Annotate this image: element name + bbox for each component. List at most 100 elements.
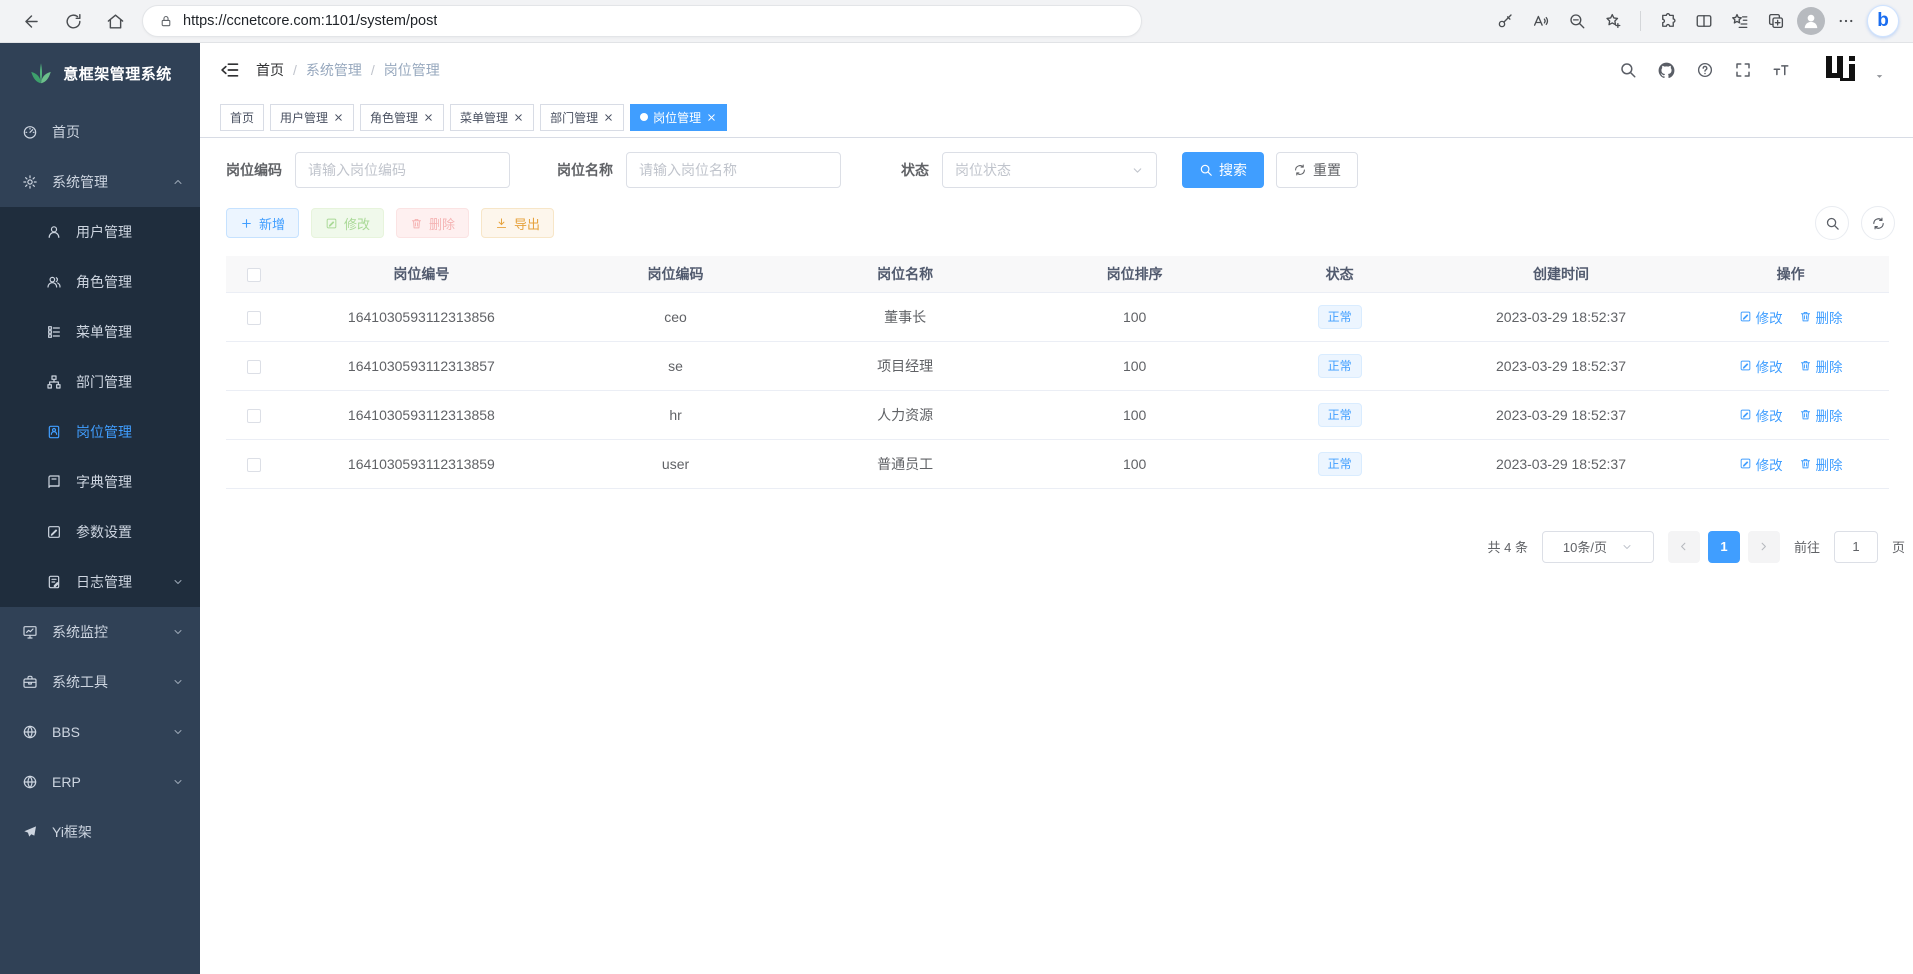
next-page-button[interactable] [1748, 531, 1780, 563]
table-row: 1641030593112313859 user 普通员工 100 正常 202… [226, 439, 1889, 488]
sidebar-item-部门管理[interactable]: 部门管理 [0, 357, 200, 407]
sidebar-item-用户管理[interactable]: 用户管理 [0, 207, 200, 257]
breadcrumb-item[interactable]: 岗位管理 [384, 60, 440, 80]
extensions-icon[interactable] [1653, 6, 1683, 36]
sidebar-item-首页[interactable]: 首页 [0, 107, 200, 157]
breadcrumb-item[interactable]: 首页 [256, 60, 284, 80]
sidebar-fold-icon[interactable] [220, 60, 240, 80]
prev-page-button[interactable] [1668, 531, 1700, 563]
search-icon[interactable] [1619, 61, 1637, 79]
tab-角色管理[interactable]: 角色管理 [360, 104, 444, 131]
table-search-toggle-button[interactable] [1815, 206, 1849, 240]
row-delete-link[interactable]: 删除 [1799, 356, 1843, 376]
row-checkbox[interactable] [247, 458, 261, 472]
select-all-checkbox[interactable] [247, 268, 261, 282]
sidebar-item-字典管理[interactable]: 字典管理 [0, 457, 200, 507]
add-button[interactable]: 新增 [226, 208, 299, 238]
user-logo-avatar[interactable] [1824, 54, 1862, 86]
home-icon[interactable] [98, 4, 132, 38]
favorites-add-icon[interactable] [1598, 6, 1628, 36]
row-checkbox[interactable] [247, 360, 261, 374]
sidebar-item-菜单管理[interactable]: 菜单管理 [0, 307, 200, 357]
sidebar-item-Yi框架[interactable]: Yi框架 [0, 807, 200, 857]
split-screen-icon[interactable] [1689, 6, 1719, 36]
gear-icon [22, 174, 38, 190]
table-refresh-button[interactable] [1861, 206, 1895, 240]
close-icon[interactable] [423, 112, 434, 123]
row-checkbox[interactable] [247, 409, 261, 423]
refresh-icon[interactable] [56, 4, 90, 38]
goto-page-input[interactable] [1834, 531, 1878, 563]
header-cell: 操作 [1692, 256, 1889, 292]
help-icon[interactable] [1696, 61, 1714, 79]
search-button[interactable]: 搜索 [1182, 152, 1264, 188]
row-delete-link[interactable]: 删除 [1799, 307, 1843, 327]
sidebar-item-参数设置[interactable]: 参数设置 [0, 507, 200, 557]
reset-button[interactable]: 重置 [1276, 152, 1358, 188]
close-icon[interactable] [706, 112, 717, 123]
app-logo[interactable]: 意框架管理系统 [0, 43, 200, 103]
sidebar-item-日志管理[interactable]: 日志管理 [0, 557, 200, 607]
font-size-icon[interactable] [1772, 61, 1790, 79]
browser-nav-icons [14, 4, 132, 38]
post-code-label: 岗位编码 [226, 160, 282, 180]
sidebar-item-系统管理[interactable]: 系统管理 [0, 157, 200, 207]
profile-avatar[interactable] [1797, 7, 1825, 35]
page-number-button[interactable]: 1 [1708, 531, 1740, 563]
delete-button[interactable]: 删除 [396, 208, 469, 238]
copilot-icon[interactable]: b [1867, 5, 1899, 37]
fullscreen-icon[interactable] [1734, 61, 1752, 79]
chevron-down-icon [1621, 541, 1633, 553]
chevron-down-icon [172, 726, 184, 738]
breadcrumb-item[interactable]: 系统管理 [306, 60, 362, 80]
back-icon[interactable] [14, 4, 48, 38]
sidebar-item-岗位管理[interactable]: 岗位管理 [0, 407, 200, 457]
github-icon[interactable] [1657, 61, 1676, 80]
read-aloud-icon[interactable] [1526, 6, 1556, 36]
row-checkbox[interactable] [247, 311, 261, 325]
row-edit-link[interactable]: 修改 [1739, 356, 1783, 376]
export-button[interactable]: 导出 [481, 208, 554, 238]
row-edit-link[interactable]: 修改 [1739, 454, 1783, 474]
sidebar-item-系统工具[interactable]: 系统工具 [0, 657, 200, 707]
row-edit-link[interactable]: 修改 [1739, 405, 1783, 425]
row-delete-link[interactable]: 删除 [1799, 454, 1843, 474]
table-row: 1641030593112313858 hr 人力资源 100 正常 2023-… [226, 390, 1889, 439]
cell-post-sort: 100 [1020, 292, 1250, 341]
collections-icon[interactable] [1761, 6, 1791, 36]
sidebar-item-角色管理[interactable]: 角色管理 [0, 257, 200, 307]
close-icon[interactable] [603, 112, 614, 123]
zoom-out-icon[interactable] [1562, 6, 1592, 36]
edit-icon [325, 217, 338, 230]
plane-icon [22, 824, 38, 840]
close-icon[interactable] [333, 112, 344, 123]
sidebar-item-ERP[interactable]: ERP [0, 757, 200, 807]
post-name-input[interactable] [626, 152, 841, 188]
key-icon[interactable] [1490, 6, 1520, 36]
person-icon [1801, 11, 1821, 31]
status-select[interactable]: 岗位状态 [942, 152, 1157, 188]
status-label: 状态 [901, 160, 929, 180]
page-size-select[interactable]: 10条/页 [1542, 531, 1654, 563]
row-delete-link[interactable]: 删除 [1799, 405, 1843, 425]
close-icon[interactable] [513, 112, 524, 123]
tab-用户管理[interactable]: 用户管理 [270, 104, 354, 131]
cell-post-code: user [561, 439, 791, 488]
more-icon[interactable] [1831, 6, 1861, 36]
post-code-input[interactable] [295, 152, 510, 188]
table-header-row: 岗位编号岗位编码岗位名称岗位排序状态创建时间操作 [226, 256, 1889, 292]
row-edit-link[interactable]: 修改 [1739, 307, 1783, 327]
sidebar-item-系统监控[interactable]: 系统监控 [0, 607, 200, 657]
header-cell: 岗位编码 [561, 256, 791, 292]
tab-部门管理[interactable]: 部门管理 [540, 104, 624, 131]
tab-菜单管理[interactable]: 菜单管理 [450, 104, 534, 131]
edit-button[interactable]: 修改 [311, 208, 384, 238]
sidebar-item-BBS[interactable]: BBS [0, 707, 200, 757]
tab-首页[interactable]: 首页 [220, 104, 264, 131]
tab-岗位管理[interactable]: 岗位管理 [630, 104, 727, 131]
tag-tabs-bar: 首页 用户管理 角色管理 菜单管理 部门管理 岗位管理 [200, 97, 1913, 138]
address-bar[interactable]: https://ccnetcore.com:1101/system/post [142, 5, 1142, 37]
browser-toolbar: https://ccnetcore.com:1101/system/post b [0, 0, 1913, 43]
refresh-icon [1293, 163, 1307, 177]
favorites-icon[interactable] [1725, 6, 1755, 36]
